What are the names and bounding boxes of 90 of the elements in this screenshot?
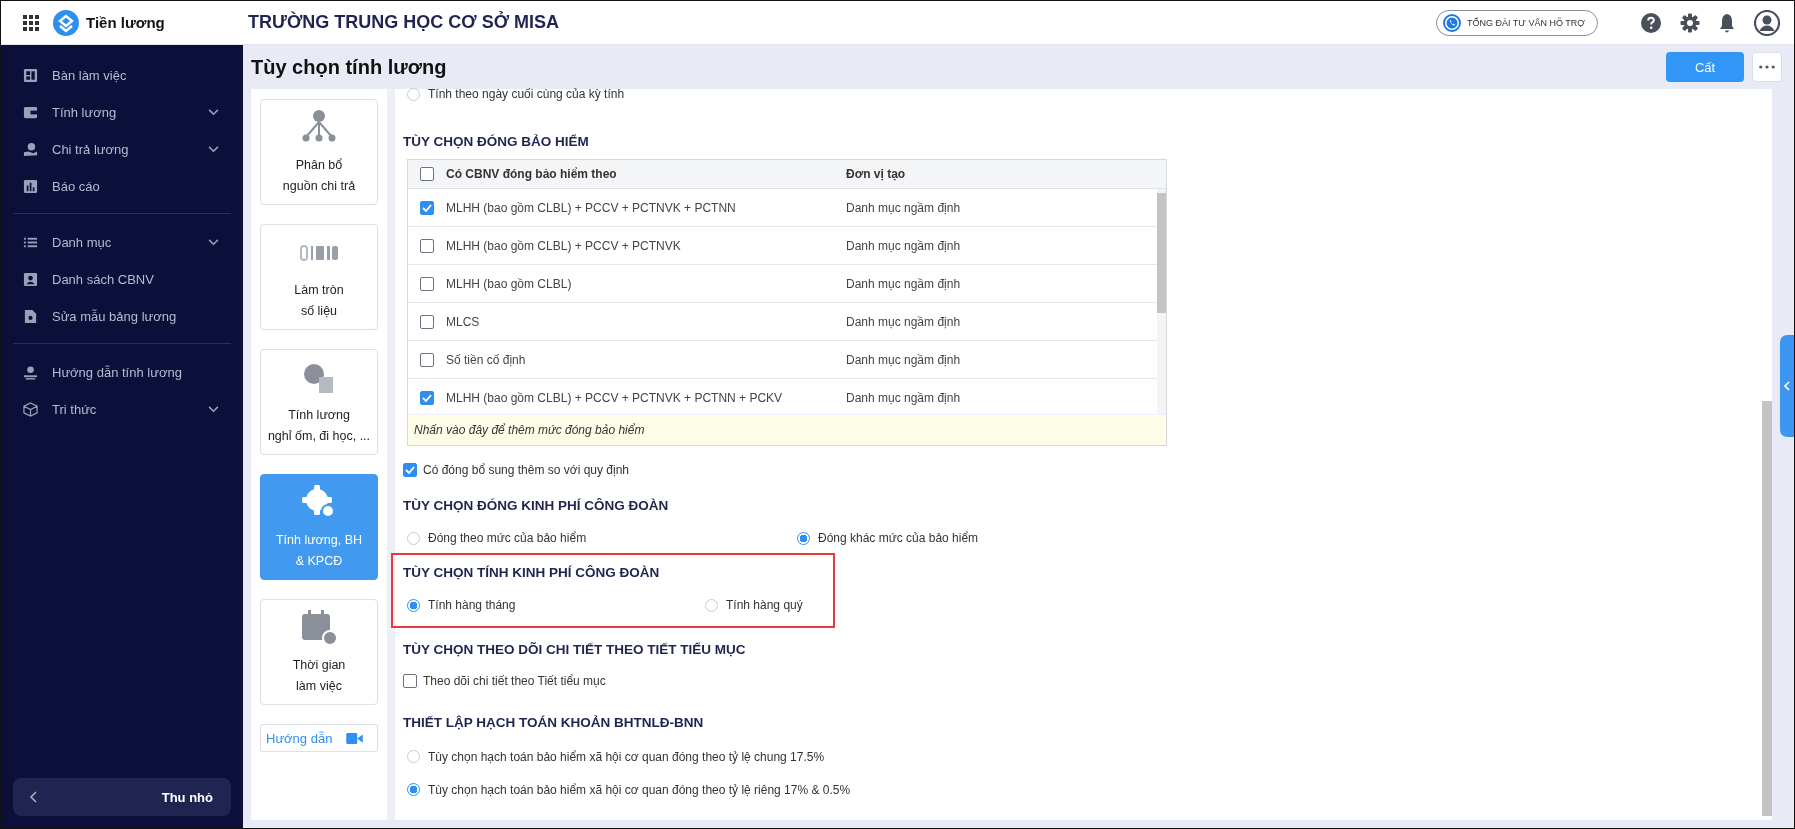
app-name: Tiền lương	[86, 14, 166, 31]
chevron-left-icon	[1784, 381, 1790, 391]
sidebar-item[interactable]: Bàn làm việc	[13, 57, 231, 94]
sidebar-item[interactable]: Báo cáo	[13, 168, 231, 205]
option-card[interactable]: Làm tròn số liệu	[260, 224, 378, 330]
add-row-link[interactable]: Nhấn vào đây để thêm mức đóng bảo hiểm	[408, 414, 1166, 445]
card-label: số liệu	[300, 303, 338, 320]
hand-coin-icon	[23, 142, 38, 157]
section-heading: TÙY CHỌN TÍNH KINH PHÍ CÔNG ĐOÀN	[403, 565, 661, 580]
column-header: Đơn vị tạo	[846, 167, 907, 181]
phone-icon	[1442, 13, 1461, 32]
section-heading: TÙY CHỌN ĐÓNG BẢO HIỂM	[403, 134, 590, 149]
table-cell-text: MLHH (bao gồm CLBL) + PCCV + PCTNVK + PCTNN + PCKV	[446, 390, 784, 405]
section-heading: TÙY CHỌN THEO DÕI CHI TIẾT THEO TIẾT TIỂU MỤC	[403, 642, 747, 657]
card-label: & KPCĐ	[295, 553, 343, 570]
settings-icon[interactable]	[1680, 12, 1700, 33]
scrollbar[interactable]	[1762, 401, 1772, 816]
row-checkbox[interactable]	[420, 238, 434, 253]
radio-option[interactable]: Tính hàng tháng	[407, 598, 705, 612]
section-heading: TÙY CHỌN ĐÓNG KINH PHÍ CÔNG ĐOÀN	[403, 498, 670, 513]
row-checkbox[interactable]	[420, 390, 434, 405]
notification-icon[interactable]	[1719, 12, 1735, 33]
checkmark-icon	[405, 466, 415, 474]
checkmark-icon	[422, 203, 432, 212]
collapse-button[interactable]: Thu nhỏ	[13, 778, 231, 816]
chevron-left-icon	[29, 791, 37, 803]
page-title: Tùy chọn tính lương	[251, 55, 448, 79]
dashboard-icon	[23, 68, 38, 83]
card-label: Tính lương, BH	[275, 532, 362, 549]
option-card[interactable]: Phân bổ nguồn chi trả	[260, 99, 378, 205]
calendar-icon	[299, 607, 339, 647]
radio-option[interactable]: Tính hàng quý	[705, 598, 905, 612]
help-icon[interactable]	[1641, 12, 1661, 33]
cube-icon	[23, 402, 38, 417]
sidebar-item[interactable]: Danh mục	[13, 224, 231, 261]
sidebar-item[interactable]: Hướng dẫn tính lương	[13, 354, 231, 391]
contact-card-icon	[23, 272, 38, 287]
radio-option[interactable]: Tùy chọn hạch toán bảo hiểm xã hội cơ quan đóng theo tỷ lệ riêng 17% & 0.5%	[407, 773, 1742, 806]
sidebar-item[interactable]: Tính lương	[13, 94, 231, 131]
card-label: nghỉ ốm, đi học, ...	[267, 428, 371, 445]
table-cell-text: Danh mục ngầm định	[846, 352, 962, 367]
card-label: Tính lương	[288, 407, 350, 424]
table-cell-text: MLHH (bao gồm CLBL) + PCCV + PCTNVK	[446, 238, 682, 253]
table-cell-text: MLHH (bao gồm CLBL) + PCCV + PCTNVK + PCTNN	[446, 200, 737, 215]
option-card[interactable]: Tính lương nghỉ ốm, đi học, ...	[260, 349, 378, 455]
table-cell-text: Danh mục ngầm định	[846, 200, 962, 215]
logo-icon	[53, 9, 79, 36]
app-grid-icon[interactable]	[23, 14, 39, 31]
table-cell-text: Số tiền cố định	[446, 352, 527, 367]
avatar-icon[interactable]	[1754, 9, 1780, 36]
section-heading: THIẾT LẬP HẠCH TOÁN KHOẢN BHTNLĐ-BNN	[403, 715, 705, 730]
column-header: Có CBNV đóng bảo hiểm theo	[446, 167, 618, 181]
video-camera-icon	[346, 732, 363, 744]
select-all-checkbox[interactable]	[420, 167, 434, 181]
card-label: Phân bổ	[295, 157, 343, 174]
sidebar-item[interactable]: Danh sách CBNV	[13, 261, 231, 298]
checkbox-option[interactable]: Theo dõi chi tiết theo Tiết tiểu mục	[403, 667, 1742, 695]
radio-option[interactable]: Đóng khác mức của bảo hiểm	[797, 531, 1187, 545]
school-name: TRƯỜNG TRUNG HỌC CƠ SỞ MISA	[248, 12, 559, 33]
row-checkbox[interactable]	[420, 314, 434, 329]
row-checkbox[interactable]	[420, 352, 434, 367]
checkmark-icon	[422, 393, 432, 402]
wallet-icon	[23, 105, 38, 120]
row-checkbox[interactable]	[420, 276, 434, 291]
chart-icon	[23, 179, 38, 194]
list-icon	[23, 235, 38, 250]
hotline-button[interactable]: TỔNG ĐÀI TƯ VẤN HỖ TRỢ	[1435, 9, 1598, 36]
table-cell-text: Danh mục ngầm định	[846, 314, 962, 329]
sidebar-item[interactable]: Sửa mẫu bảng lương	[13, 298, 231, 335]
card-label: làm việc	[296, 678, 342, 695]
table-cell-text: Danh mục ngầm định	[846, 390, 962, 405]
table-cell-text: Danh mục ngầm định	[846, 238, 962, 253]
checkbox-option[interactable]: Có đóng bổ sung thêm so với quy định	[403, 456, 1742, 484]
sidebar-item[interactable]: Tri thức	[13, 391, 231, 428]
radio-option[interactable]: Tùy chọn hạch toán bảo hiểm xã hội cơ quan đóng theo tỷ lệ chung 17.5%	[407, 740, 1742, 773]
card-label: Làm tròn	[294, 282, 344, 299]
more-icon	[1759, 65, 1775, 69]
option-card[interactable]: Thời gian làm việc	[260, 599, 378, 705]
radio-option[interactable]: Đóng theo mức của bảo hiểm	[407, 531, 797, 545]
row-checkbox[interactable]	[420, 200, 434, 215]
person-icon	[23, 365, 38, 380]
table-cell-text: MLHH (bao gồm CLBL)	[446, 276, 573, 291]
document-icon	[23, 309, 38, 324]
scrollbar[interactable]	[1157, 189, 1166, 414]
table-cell-text: MLCS	[446, 314, 481, 329]
sidebar-item[interactable]: Chi trả lương	[13, 131, 231, 168]
radio-option[interactable]: Tính theo ngày cuối cùng của kỳ tính	[407, 87, 797, 101]
table-cell-text: Danh mục ngầm định	[846, 276, 962, 291]
card-label: nguồn chi trả	[282, 178, 356, 195]
card-label: Thời gian	[292, 657, 346, 674]
